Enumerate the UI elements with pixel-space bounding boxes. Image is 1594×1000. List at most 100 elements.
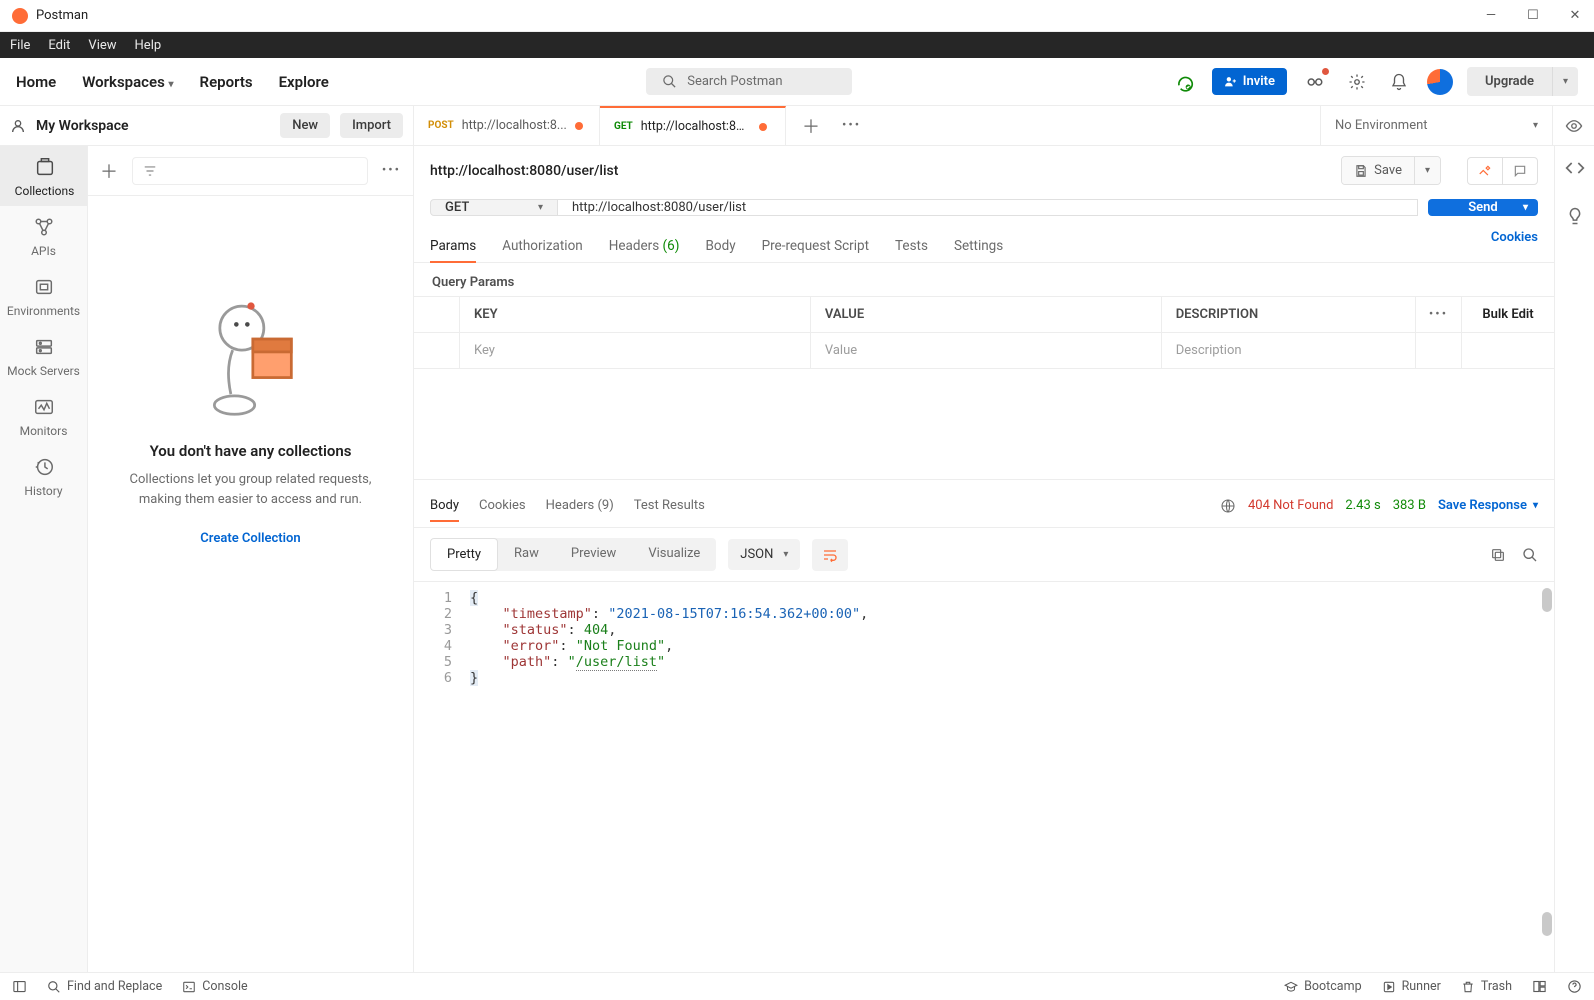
method-select[interactable]: GET ▾ [430,199,558,216]
rail-environments[interactable]: Environments [0,266,87,326]
network-icon[interactable] [1220,498,1236,514]
save-icon [1354,164,1368,178]
rail-apis[interactable]: APIs [0,206,87,266]
menubar: File Edit View Help [0,32,1594,58]
filter-input[interactable] [132,157,368,185]
request-title[interactable]: http://localhost:8080/user/list [430,163,1331,179]
save-button[interactable]: Save ▾ [1341,156,1441,185]
search-input[interactable]: Search Postman [646,68,852,95]
chevron-down-icon: ▾ [1533,120,1538,131]
request-tab[interactable]: POST http://localhost:8... [414,106,600,145]
upgrade-button[interactable]: Upgrade ▾ [1467,67,1578,96]
rail-monitors[interactable]: Monitors [0,386,87,446]
more-icon[interactable]: ••• [382,163,401,178]
copy-icon[interactable] [1490,547,1506,563]
chevron-down-icon[interactable]: ▾ [1414,157,1440,184]
menu-file[interactable]: File [10,38,30,53]
view-raw[interactable]: Raw [498,538,555,571]
scrollbar-thumb[interactable] [1542,912,1552,936]
rail-mock-servers[interactable]: Mock Servers [0,326,87,386]
notifications-icon[interactable] [1385,68,1413,96]
save-response-link[interactable]: Save Response ▾ [1438,498,1538,513]
hint-icon[interactable] [1565,206,1585,226]
tab-prerequest[interactable]: Pre-request Script [762,230,869,262]
request-tab[interactable]: GET http://localhost:80... [600,106,786,145]
environment-select[interactable]: No Environment ▾ [1320,106,1552,145]
resp-tab-body[interactable]: Body [430,490,459,521]
send-button[interactable]: Send ▾ [1428,199,1538,216]
plus-icon[interactable]: ＋ [100,158,118,184]
sync-icon[interactable] [1170,68,1198,96]
response-body[interactable]: 1{ 2 "timestamp": "2021-08-15T07:16:54.3… [414,582,1554,972]
new-button[interactable]: New [280,113,330,138]
tab-tests[interactable]: Tests [895,230,928,262]
comment-mode-icon[interactable] [1503,158,1537,184]
request-header: http://localhost:8080/user/list Save ▾ [414,146,1554,195]
workspace-name[interactable]: My Workspace [36,118,270,134]
tab-body[interactable]: Body [705,230,735,262]
layout-icon[interactable] [1532,979,1547,994]
tab-authorization[interactable]: Authorization [502,230,582,262]
close-icon[interactable]: ✕ [1568,8,1582,23]
wrap-lines-icon[interactable] [812,539,848,571]
chevron-down-icon[interactable]: ▾ [1523,202,1528,213]
tab-settings[interactable]: Settings [954,230,1003,262]
rail-collections[interactable]: Collections [0,146,87,206]
description-input[interactable]: Description [1162,333,1416,368]
tabs-more-icon[interactable]: ••• [842,118,861,133]
response-toolbar: Pretty Raw Preview Visualize JSON ▾ [414,527,1554,582]
menu-edit[interactable]: Edit [48,38,70,53]
rail-label: Mock Servers [7,364,80,378]
console-label: Console [202,979,247,994]
runner-button[interactable]: Runner [1382,979,1441,994]
nav-workspaces[interactable]: Workspaces ▾ [82,73,173,91]
person-icon [10,118,26,134]
resp-tab-cookies[interactable]: Cookies [479,490,526,521]
view-preview[interactable]: Preview [555,538,632,571]
scrollbar-thumb[interactable] [1542,588,1552,612]
chevron-down-icon: ▾ [783,549,788,560]
menu-help[interactable]: Help [135,38,162,53]
rail-history[interactable]: History [0,446,87,506]
response-type-select[interactable]: JSON ▾ [728,539,800,570]
avatar[interactable] [1427,69,1453,95]
resp-tab-tests[interactable]: Test Results [634,490,705,521]
nav-home[interactable]: Home [16,73,56,91]
environment-preview-icon[interactable] [1552,106,1594,145]
key-input[interactable]: Key [460,333,811,368]
find-replace-button[interactable]: Find and Replace [47,979,162,994]
search-response-icon[interactable] [1522,547,1538,563]
value-input[interactable]: Value [811,333,1162,368]
build-mode-icon[interactable] [1468,158,1503,184]
import-button[interactable]: Import [340,113,403,138]
capture-icon[interactable] [1301,68,1329,96]
create-collection-link[interactable]: Create Collection [200,531,300,546]
row-options-icon[interactable]: ••• [1416,297,1462,332]
view-visualize[interactable]: Visualize [632,538,716,571]
add-tab-icon[interactable]: ＋ [802,113,820,139]
help-icon[interactable] [1567,979,1582,994]
maximize-icon[interactable]: ☐ [1526,8,1540,23]
tab-headers[interactable]: Headers (6) [609,230,680,262]
sidebar-toggle-icon[interactable] [12,979,27,994]
minimize-icon[interactable]: — [1484,8,1498,23]
chevron-down-icon: ▾ [169,79,174,90]
resp-tab-headers[interactable]: Headers (9) [546,490,614,521]
tab-params[interactable]: Params [430,230,476,262]
nav-reports[interactable]: Reports [200,73,253,91]
settings-icon[interactable] [1343,68,1371,96]
console-button[interactable]: Console [182,979,247,994]
code-icon[interactable] [1565,158,1585,178]
request-section-tabs: Params Authorization Headers (6) Body Pr… [414,228,1554,263]
bootcamp-button[interactable]: Bootcamp [1284,979,1361,994]
cookies-link[interactable]: Cookies [1491,230,1538,262]
trash-button[interactable]: Trash [1461,979,1512,994]
sidebar-content: ＋ ••• You don' [88,146,413,972]
view-pretty[interactable]: Pretty [430,538,498,571]
bulk-edit-link[interactable]: Bulk Edit [1462,297,1554,332]
url-input[interactable]: http://localhost:8080/user/list [558,199,1418,216]
nav-explore[interactable]: Explore [279,73,329,91]
menu-view[interactable]: View [88,38,116,53]
invite-button[interactable]: Invite [1212,68,1287,95]
chevron-down-icon[interactable]: ▾ [1552,67,1578,96]
